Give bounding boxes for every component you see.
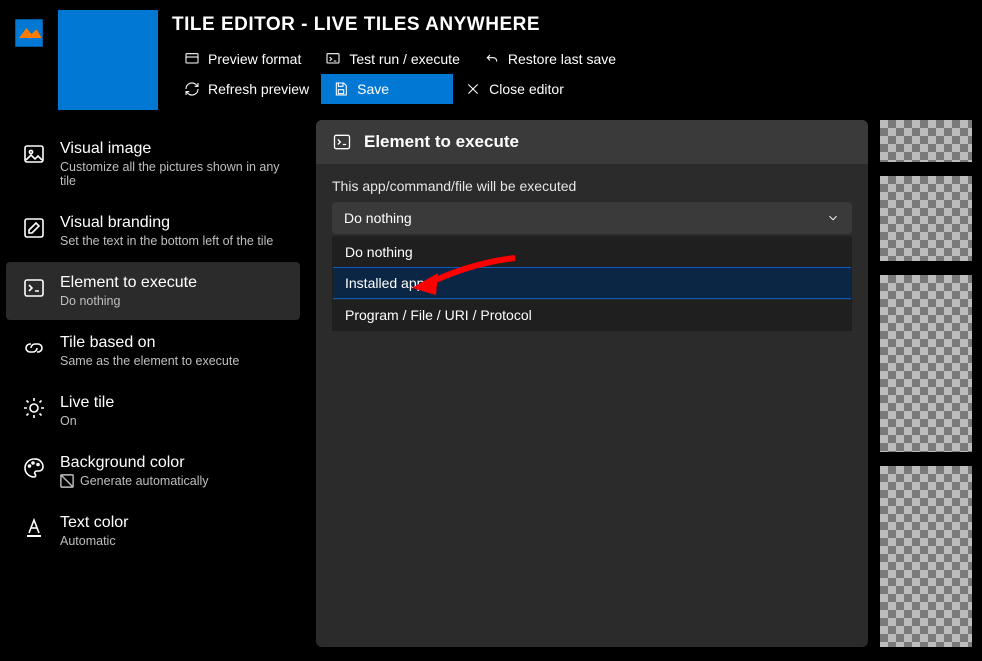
sidebar-item-text-color[interactable]: Text color Automatic [6,502,300,560]
save-icon [333,81,349,97]
preview-icon [184,51,200,67]
link-icon [22,336,46,360]
sidebar-item-label: Live tile [60,394,114,412]
window-title: TILE EDITOR - LIVE TILES ANYWHERE [172,14,968,36]
close-icon [465,81,481,97]
sidebar-item-label: Element to execute [60,274,197,292]
sidebar-item-label: Visual branding [60,214,273,232]
sidebar-item-tile-based-on[interactable]: Tile based on Same as the element to exe… [6,322,300,380]
execute-dropdown[interactable]: Do nothing Do nothing Installed app Prog… [332,202,852,331]
dropdown-option-do-nothing[interactable]: Do nothing [333,237,851,267]
tile-preview-large [880,466,972,647]
sidebar-item-background-color[interactable]: Background color Generate automatically [6,442,300,500]
terminal-icon [332,132,352,152]
panel-element-to-execute: Element to execute This app/command/file… [316,120,868,647]
restore-button[interactable]: Restore last save [472,44,628,74]
dropdown-option-program-file[interactable]: Program / File / URI / Protocol [333,299,851,330]
tile-preview [58,10,158,110]
tile-preview-medium [880,176,972,261]
sidebar: Visual image Customize all the pictures … [0,120,306,661]
auto-color-swatch-icon [60,474,74,488]
sun-icon [22,396,46,420]
sidebar-item-visual-image[interactable]: Visual image Customize all the pictures … [6,128,300,200]
sidebar-item-label: Background color [60,454,209,472]
app-logo-icon [14,18,44,48]
dropdown-option-installed-app[interactable]: Installed app [333,267,851,299]
dropdown-button[interactable]: Do nothing [332,202,852,234]
panel-header: Element to execute [316,120,868,164]
tile-preview-small [880,120,972,162]
refresh-icon [184,81,200,97]
sidebar-item-element-to-execute[interactable]: Element to execute Do nothing [6,262,300,320]
text-color-icon [22,516,46,540]
palette-icon [22,456,46,480]
image-icon [22,142,46,166]
terminal-icon [22,276,46,300]
preview-format-button[interactable]: Preview format [172,44,313,74]
dropdown-list: Do nothing Installed app Program / File … [332,236,852,331]
tile-preview-wide [880,275,972,452]
sidebar-item-label: Visual image [60,140,284,158]
terminal-icon [325,51,341,67]
field-label: This app/command/file will be executed [332,178,852,194]
sidebar-item-live-tile[interactable]: Live tile On [6,382,300,440]
edit-icon [22,216,46,240]
sidebar-item-label: Text color [60,514,128,532]
chevron-down-icon [826,211,840,225]
sidebar-item-visual-branding[interactable]: Visual branding Set the text in the bott… [6,202,300,260]
tile-size-previews [880,120,972,647]
save-button[interactable]: Save [321,74,453,104]
sidebar-item-label: Tile based on [60,334,239,352]
refresh-preview-button[interactable]: Refresh preview [172,74,321,104]
test-run-button[interactable]: Test run / execute [313,44,472,74]
close-editor-button[interactable]: Close editor [453,74,576,104]
undo-icon [484,51,500,67]
